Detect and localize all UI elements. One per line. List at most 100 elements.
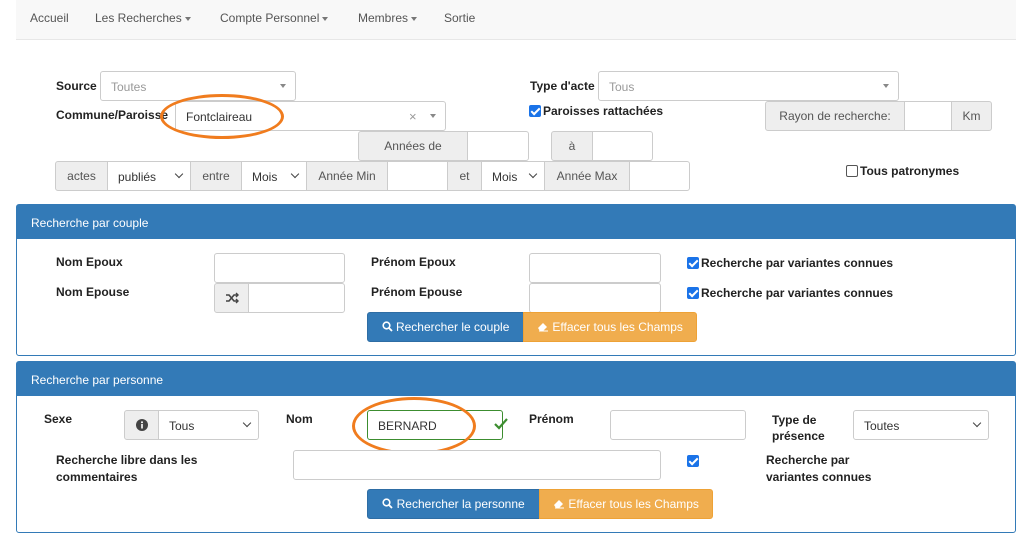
chevron-down-icon — [972, 418, 982, 428]
variantes-epoux[interactable]: Recherche par variantes connues — [687, 256, 893, 270]
caret-down-icon — [322, 16, 329, 21]
tous-patronymes-label: Tous patronymes — [860, 164, 960, 178]
nav-membres[interactable]: Membres — [358, 11, 418, 25]
chevron-down-icon — [174, 169, 184, 179]
commune-label: Commune/Paroisse — [56, 108, 169, 122]
type-presence-value: Toutes — [864, 419, 900, 433]
annee-min-input[interactable] — [387, 161, 448, 191]
annees-de-input[interactable] — [467, 131, 529, 161]
annee-max-input[interactable] — [629, 161, 690, 191]
sexe-select[interactable]: Tous — [158, 410, 259, 440]
nav-membres-label: Membres — [358, 11, 409, 25]
paroisses-rattachees[interactable]: Paroisses rattachées — [529, 104, 663, 118]
dropdown-arrow-icon — [280, 84, 286, 88]
nav-les-recherches-label: Les Recherches — [95, 11, 182, 25]
type-presence-select[interactable]: Toutes — [853, 410, 989, 440]
highlight-oval-nom — [352, 397, 476, 455]
nav-les-recherches[interactable]: Les Recherches — [95, 11, 191, 25]
source-placeholder: Toutes — [111, 80, 147, 94]
variantes-personne-label: Recherche par variantes connues — [766, 452, 871, 486]
highlight-oval-commune — [160, 94, 284, 139]
variantes-epouse-label: Recherche par variantes connues — [701, 286, 894, 300]
source-label: Source — [56, 79, 97, 93]
search-icon — [382, 321, 393, 332]
prenom-epouse-label: Prénom Epouse — [371, 285, 463, 299]
annees-de-label: Années de — [358, 131, 468, 161]
shuffle-button[interactable] — [214, 283, 249, 313]
mois-select-2[interactable]: Mois — [481, 161, 545, 191]
rechercher-couple-button[interactable]: Rechercher le couple — [367, 312, 524, 342]
entre-label: entre — [190, 161, 242, 191]
mois-value-2: Mois — [492, 170, 518, 184]
variantes-personne-line1: Recherche par — [766, 453, 850, 467]
dropdown-arrow-icon — [430, 114, 436, 118]
annee-min-label: Année Min — [306, 161, 388, 191]
chevron-down-icon — [290, 169, 300, 179]
variantes-personne-checkbox[interactable] — [687, 455, 699, 467]
checkbox-checked-icon[interactable] — [529, 105, 541, 117]
effacer-couple-label: Effacer tous les Champs — [552, 320, 683, 334]
chevron-down-icon — [528, 169, 538, 179]
libre-input[interactable] — [293, 450, 661, 480]
et-label: et — [447, 161, 482, 191]
effacer-personne-label: Effacer tous les Champs — [568, 497, 699, 511]
tous-patronymes[interactable]: Tous patronymes — [846, 164, 959, 178]
caret-down-icon — [411, 16, 418, 21]
nav-accueil[interactable]: Accueil — [30, 11, 69, 25]
caret-down-icon — [184, 16, 191, 21]
type-presence-label-line2: présence — [772, 429, 825, 443]
mois-select-1[interactable]: Mois — [241, 161, 307, 191]
libre-label-line1: Recherche libre dans les — [56, 453, 198, 467]
nom-label: Nom — [286, 412, 313, 426]
shuffle-icon — [225, 292, 239, 304]
rechercher-personne-label: Rechercher la personne — [396, 497, 525, 511]
nav-compte-personnel[interactable]: Compte Personnel — [220, 11, 329, 25]
prenom-input[interactable] — [610, 410, 746, 440]
effacer-personne-button[interactable]: Effacer tous les Champs — [539, 489, 713, 519]
nom-epoux-input[interactable] — [214, 253, 345, 283]
type-presence-label-line1: Type de — [772, 413, 817, 427]
couple-panel-title: Recherche par couple — [17, 205, 1015, 239]
checkbox-checked-icon[interactable] — [687, 287, 699, 299]
nav-sortie[interactable]: Sortie — [444, 11, 475, 25]
libre-label-line2: commentaires — [56, 470, 138, 484]
prenom-epoux-input[interactable] — [529, 253, 661, 283]
effacer-couple-button[interactable]: Effacer tous les Champs — [523, 312, 697, 342]
nom-epoux-label: Nom Epoux — [56, 255, 123, 269]
search-icon — [382, 498, 393, 509]
nav-compte-personnel-label: Compte Personnel — [220, 11, 320, 25]
mois-value-1: Mois — [252, 170, 278, 184]
annees-a-input[interactable] — [592, 131, 653, 161]
rayon-input[interactable] — [904, 101, 952, 131]
clear-icon[interactable]: × — [409, 109, 417, 124]
chevron-down-icon — [242, 418, 252, 428]
variantes-epoux-label: Recherche par variantes connues — [701, 256, 894, 270]
variantes-personne-line2: variantes connues — [766, 470, 872, 484]
valid-check-icon — [494, 418, 508, 430]
rechercher-personne-button[interactable]: Rechercher la personne — [367, 489, 540, 519]
eraser-icon — [554, 500, 565, 509]
info-icon — [135, 419, 148, 431]
libre-label: Recherche libre dans les commentaires — [56, 452, 197, 486]
km-addon: Km — [951, 101, 992, 131]
type-acte-placeholder: Tous — [609, 80, 635, 94]
nom-epouse-label: Nom Epouse — [56, 285, 130, 299]
prenom-label: Prénom — [529, 412, 574, 426]
annee-max-label: Année Max — [544, 161, 630, 191]
type-acte-select[interactable]: Tous — [598, 71, 899, 101]
rechercher-couple-label: Rechercher le couple — [395, 320, 510, 334]
checkbox-checked-icon[interactable] — [687, 257, 699, 269]
sexe-label: Sexe — [44, 412, 73, 426]
sexe-value: Tous — [169, 419, 195, 433]
prenom-epouse-input[interactable] — [529, 283, 661, 313]
checkbox-unchecked-icon[interactable] — [846, 165, 858, 177]
rayon-label: Rayon de recherche: — [765, 101, 905, 131]
info-button[interactable] — [124, 410, 159, 440]
publies-select[interactable]: publiés — [107, 161, 191, 191]
personne-panel-title: Recherche par personne — [17, 362, 1015, 396]
variantes-epouse[interactable]: Recherche par variantes connues — [687, 286, 893, 300]
prenom-epoux-label: Prénom Epoux — [371, 255, 456, 269]
publies-value: publiés — [118, 170, 157, 184]
paroisses-label: Paroisses rattachées — [543, 104, 664, 118]
nom-epouse-input[interactable] — [248, 283, 345, 313]
